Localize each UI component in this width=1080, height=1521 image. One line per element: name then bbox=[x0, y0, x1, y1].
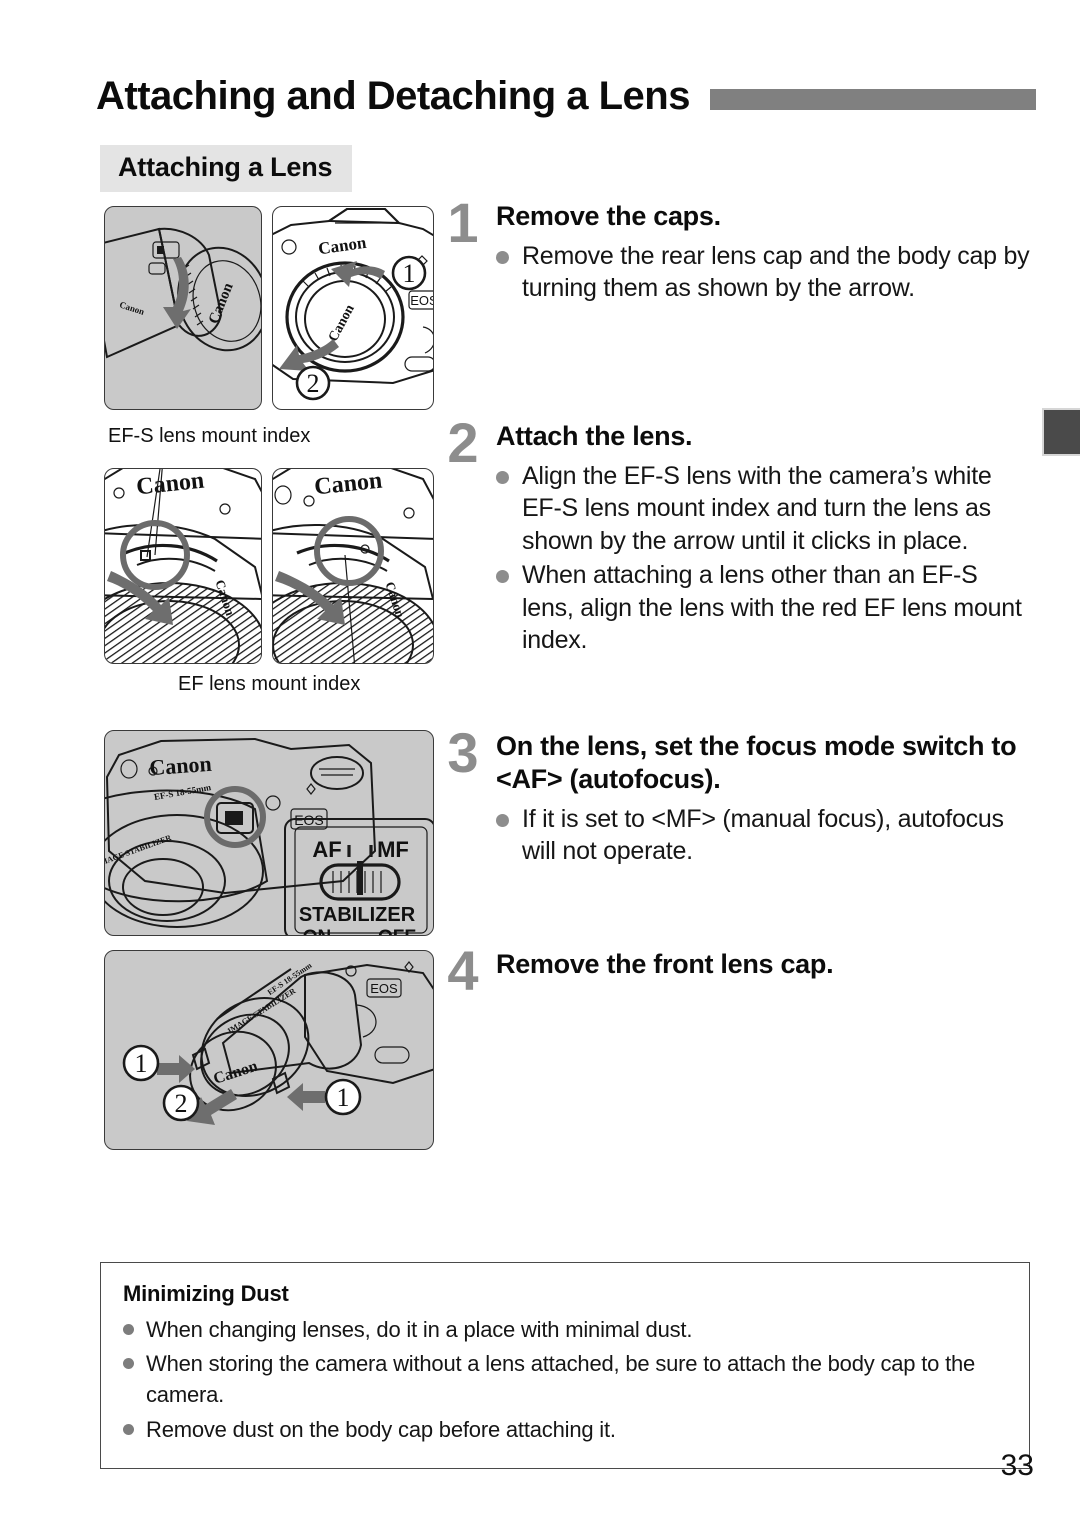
figure-step-1: Canon Canon Canon Canon EOS bbox=[104, 206, 434, 410]
svg-text:OFF: OFF bbox=[378, 927, 416, 936]
step-2: 2 Attach the lens. Align the EF-S lens w… bbox=[440, 411, 1030, 659]
step-3-bullets: If it is set to <MF> (manual focus), aut… bbox=[496, 803, 1030, 868]
note-title: Minimizing Dust bbox=[123, 1281, 289, 1306]
svg-text:Canon: Canon bbox=[206, 280, 237, 326]
bullet-text: When attaching a lens other than an EF-S… bbox=[522, 561, 1022, 655]
svg-text:2: 2 bbox=[307, 369, 320, 398]
page-title: Attaching and Detaching a Lens bbox=[96, 73, 690, 118]
figure-step2-ef-panel: Canon Canon bbox=[272, 468, 434, 664]
svg-text:1: 1 bbox=[403, 259, 416, 288]
svg-text:EOS: EOS bbox=[410, 293, 434, 308]
svg-text:AF: AF bbox=[312, 837, 341, 862]
svg-text:Canon: Canon bbox=[317, 233, 368, 259]
figure-caption-ef-index: EF lens mount index bbox=[178, 673, 361, 695]
svg-text:EOS: EOS bbox=[370, 981, 398, 996]
svg-text:STABILIZER: STABILIZER bbox=[299, 904, 416, 926]
step-1-number: 1 bbox=[447, 191, 479, 254]
title-rule bbox=[709, 88, 1036, 110]
note-text: Remove dust on the body cap before attac… bbox=[146, 1416, 616, 1442]
bullet-dot-icon bbox=[123, 1423, 134, 1435]
bullet-dot-icon bbox=[496, 570, 509, 584]
chapter-edge-tab bbox=[1042, 408, 1080, 456]
svg-text:IMAGE STABILIZER: IMAGE STABILIZER bbox=[226, 986, 297, 1035]
ef-mount-index-illustration: Canon Canon bbox=[273, 469, 433, 663]
bullet-item: Remove the rear lens cap and the body ca… bbox=[496, 240, 1030, 305]
svg-text:Canon: Canon bbox=[118, 299, 145, 316]
note-text: When storing the camera without a lens a… bbox=[146, 1351, 976, 1408]
svg-text:Canon: Canon bbox=[211, 1058, 259, 1088]
note-text: When changing lenses, do it in a place w… bbox=[146, 1317, 693, 1342]
figure-step1-body-panel: Canon Canon EOS 1 2 bbox=[272, 206, 434, 410]
svg-text:Canon: Canon bbox=[149, 751, 213, 780]
page-number: 33 bbox=[1000, 1449, 1034, 1482]
efs-mount-index-illustration: Canon Canon bbox=[105, 469, 261, 663]
svg-text:1: 1 bbox=[337, 1083, 350, 1112]
lens-rear-cap-illustration: Canon Canon bbox=[105, 227, 261, 359]
figure-step-4: EOS EF-S 18-55mm IMAGE STABILIZER Canon bbox=[104, 950, 434, 1150]
bullet-dot-icon bbox=[496, 250, 509, 264]
step-1-bullets: Remove the rear lens cap and the body ca… bbox=[496, 240, 1030, 305]
bullet-dot-icon bbox=[496, 813, 509, 827]
bullet-dot-icon bbox=[496, 470, 509, 484]
svg-text:2: 2 bbox=[175, 1089, 188, 1118]
svg-text:Canon: Canon bbox=[135, 469, 205, 501]
figure-step-2: Canon Canon Canon Canon bbox=[104, 468, 434, 664]
figure-step4-front-cap-panel: EOS EF-S 18-55mm IMAGE STABILIZER Canon bbox=[104, 950, 434, 1150]
bullet-item: If it is set to <MF> (manual focus), aut… bbox=[496, 803, 1030, 868]
bullet-item: Align the EF-S lens with the camera’s wh… bbox=[496, 460, 1030, 558]
svg-text:MF: MF bbox=[377, 837, 409, 862]
bullet-text: If it is set to <MF> (manual focus), aut… bbox=[522, 804, 1004, 866]
step-3-number: 3 bbox=[447, 721, 479, 784]
step-3-title: On the lens, set the focus mode switch t… bbox=[496, 731, 1017, 794]
svg-text:Canon: Canon bbox=[313, 469, 383, 501]
section-subheading: Attaching a Lens bbox=[100, 145, 353, 192]
focus-mode-switch-illustration: Canon EF-S 18-55mm IMAGE STABILIZER EOS bbox=[105, 737, 433, 936]
step-1: 1 Remove the caps. Remove the rear lens … bbox=[440, 191, 1030, 307]
front-lens-cap-illustration: EOS EF-S 18-55mm IMAGE STABILIZER Canon bbox=[122, 961, 433, 1125]
step-2-number: 2 bbox=[447, 411, 479, 474]
note-item: When storing the camera without a lens a… bbox=[123, 1348, 1007, 1410]
svg-text:Canon: Canon bbox=[326, 302, 358, 344]
figure-step2-efs-panel: Canon Canon bbox=[104, 468, 262, 664]
svg-text:ON: ON bbox=[303, 927, 332, 936]
bullet-item: When attaching a lens other than an EF-S… bbox=[496, 559, 1030, 657]
note-item: Remove dust on the body cap before attac… bbox=[123, 1414, 1007, 1445]
step-2-title: Attach the lens. bbox=[496, 421, 693, 451]
bullet-dot-icon bbox=[123, 1358, 134, 1370]
bullet-dot-icon bbox=[123, 1324, 134, 1335]
step-1-title: Remove the caps. bbox=[496, 201, 721, 231]
note-item: When changing lenses, do it in a place w… bbox=[123, 1314, 1007, 1345]
figure-step1-lens-panel: Canon Canon bbox=[104, 206, 262, 410]
step-4-number: 4 bbox=[447, 939, 479, 1002]
svg-text:1: 1 bbox=[135, 1049, 148, 1078]
body-cap-illustration: Canon Canon EOS 1 2 bbox=[273, 208, 434, 401]
bullet-text: Remove the rear lens cap and the body ca… bbox=[522, 241, 1030, 303]
step-4: 4 Remove the front lens cap. bbox=[440, 943, 1030, 999]
step-4-title: Remove the front lens cap. bbox=[496, 949, 834, 979]
bullet-text: Align the EF-S lens with the camera’s wh… bbox=[522, 461, 992, 555]
figure-step3-focus-switch-panel: Canon EF-S 18-55mm IMAGE STABILIZER EOS bbox=[104, 730, 434, 936]
step-3: 3 On the lens, set the focus mode switch… bbox=[440, 721, 1030, 870]
figure-step-3: Canon EF-S 18-55mm IMAGE STABILIZER EOS bbox=[104, 730, 434, 936]
page-header: Attaching and Detaching a Lens bbox=[96, 68, 1036, 124]
minimizing-dust-note-box: Minimizing Dust When changing lenses, do… bbox=[100, 1262, 1030, 1469]
svg-text:EF-S 18-55mm: EF-S 18-55mm bbox=[153, 782, 212, 802]
figure-caption-efs-index: EF-S lens mount index bbox=[108, 425, 311, 447]
step-2-bullets: Align the EF-S lens with the camera’s wh… bbox=[496, 460, 1030, 657]
